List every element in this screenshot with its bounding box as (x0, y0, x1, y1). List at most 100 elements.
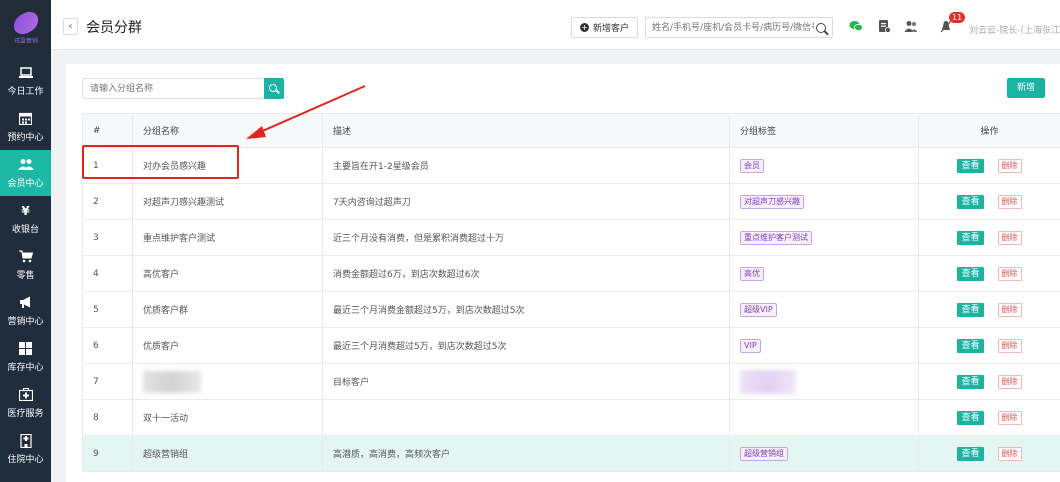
sidebar-item-0[interactable]: 今日工作 (0, 58, 51, 104)
sidebar-item-6[interactable]: 库存中心 (0, 334, 51, 380)
sidebar-item-label: 医疗服务 (7, 408, 44, 419)
row-num: 9 (82, 435, 133, 472)
laptop-icon (18, 66, 34, 80)
new-customer-label: 新增客户 (593, 24, 630, 34)
group-tag: 超级VIP (740, 302, 777, 317)
sidebar-item-label: 住院中心 (7, 454, 44, 465)
table-row: 7 目标客户 查看 删除 (82, 363, 1060, 400)
top-bar: ‹ 会员分群 + 新增客户 11 刘云云-院长-(上海张江店) (51, 0, 1060, 50)
grid-icon (18, 342, 34, 356)
view-button[interactable]: 查看 (957, 374, 984, 389)
logo-text: 戎盈营销 (13, 37, 38, 44)
delete-button[interactable]: 删除 (997, 302, 1022, 317)
row-actions: 查看 删除 (918, 435, 1060, 472)
sidebar-item-label: 今日工作 (7, 86, 44, 97)
row-tag-cell (729, 363, 919, 400)
view-button[interactable]: 查看 (957, 302, 984, 317)
redacted-tag (740, 369, 796, 394)
people-icon[interactable] (904, 19, 918, 33)
delete-button[interactable]: 删除 (997, 230, 1022, 245)
sidebar-item-2[interactable]: 会员中心 (0, 150, 51, 196)
sidebar-item-label: 会员中心 (7, 178, 44, 189)
row-name: 高优客户 (132, 255, 323, 292)
group-tag: VIP (740, 338, 761, 353)
view-button[interactable]: 查看 (957, 194, 984, 209)
row-num: 5 (82, 291, 133, 328)
row-actions: 查看 删除 (918, 183, 1060, 220)
user-info[interactable]: 刘云云-院长-(上海张江店) (969, 23, 1060, 36)
row-tag-cell: 重点维护客户测试 (729, 219, 919, 256)
view-button[interactable]: 查看 (957, 266, 984, 281)
delete-button[interactable]: 删除 (997, 338, 1022, 353)
document-icon[interactable] (877, 19, 891, 33)
customer-search[interactable] (645, 17, 833, 38)
header-tag: 分组标签 (729, 113, 919, 148)
group-tag: 对超声刀感兴趣 (740, 194, 804, 209)
calendar-icon (18, 112, 34, 126)
group-search-button[interactable] (264, 78, 284, 99)
group-tag: 高优 (740, 266, 764, 281)
sidebar: 戎盈营销 今日工作预约中心会员中心 ¥ 收银台零售营销中心库存中心医疗服务住院中心 (0, 0, 51, 482)
sidebar-item-4[interactable]: 零售 (0, 242, 51, 288)
row-actions: 查看 删除 (918, 363, 1060, 400)
delete-button[interactable]: 删除 (997, 194, 1022, 209)
row-desc: 主要旨在开1-2星级会员 (322, 147, 730, 184)
row-name: 超级营销组 (132, 435, 323, 472)
row-tag-cell: 超级营销组 (729, 435, 919, 472)
sidebar-item-label: 零售 (16, 270, 35, 281)
delete-button[interactable]: 删除 (997, 158, 1022, 173)
view-button[interactable]: 查看 (957, 158, 984, 173)
row-desc: 消费金额超过6万，到店次数超过6次 (322, 255, 730, 292)
new-customer-button[interactable]: + 新增客户 (571, 17, 639, 38)
delete-button[interactable]: 删除 (997, 446, 1022, 461)
sidebar-item-1[interactable]: 预约中心 (0, 104, 51, 150)
row-num: 4 (82, 255, 133, 292)
sidebar-item-7[interactable]: 医疗服务 (0, 380, 51, 426)
delete-button[interactable]: 删除 (997, 374, 1022, 389)
table-row: 2 对超声刀感兴趣测试 7天内咨询过超声刀 对超声刀感兴趣 查看 删除 (82, 183, 1060, 220)
header-num: # (82, 113, 133, 148)
yen-icon: ¥ (21, 203, 30, 218)
view-button[interactable]: 查看 (957, 230, 984, 245)
medkit-icon (18, 388, 34, 402)
back-button[interactable]: ‹ (63, 18, 78, 35)
table-row: 8 双十一活动 查看 删除 (82, 399, 1060, 436)
notification-badge: 11 (949, 12, 966, 23)
add-group-button[interactable]: 新增 (1007, 78, 1045, 98)
header-op: 操作 (918, 113, 1060, 148)
sidebar-item-3[interactable]: ¥ 收银台 (0, 196, 51, 242)
row-actions: 查看 删除 (918, 399, 1060, 436)
delete-button[interactable]: 删除 (997, 266, 1022, 281)
delete-button[interactable]: 删除 (997, 410, 1022, 425)
search-icon[interactable] (816, 22, 826, 33)
row-actions: 查看 删除 (918, 327, 1060, 364)
table-row: 5 优质客户群 最近三个月消费金额超过5万，到店次数超过5次 超级VIP 查看 删除 (82, 291, 1060, 328)
customer-search-input[interactable] (646, 18, 814, 37)
wechat-icon[interactable] (849, 19, 863, 33)
group-search-input[interactable] (82, 78, 264, 99)
row-tag-cell: 对超声刀感兴趣 (729, 183, 919, 220)
table-row: 9 超级营销组 高潜质，高消费，高频次客户 超级营销组 查看 删除 (82, 435, 1060, 472)
row-tag-cell (729, 399, 919, 436)
view-button[interactable]: 查看 (957, 410, 984, 425)
group-tag: 重点维护客户测试 (740, 230, 812, 245)
megaphone-icon (18, 296, 34, 310)
view-button[interactable]: 查看 (957, 446, 984, 461)
sidebar-item-label: 营销中心 (7, 316, 44, 327)
header-name: 分组名称 (132, 113, 323, 148)
row-actions: 查看 删除 (918, 255, 1060, 292)
plus-circle-icon: + (580, 23, 589, 32)
cart-icon (18, 250, 34, 264)
sidebar-item-5[interactable]: 营销中心 (0, 288, 51, 334)
redacted-name (143, 370, 201, 393)
sidebar-item-label: 预约中心 (7, 132, 44, 143)
view-button[interactable]: 查看 (957, 338, 984, 353)
search-icon (269, 83, 277, 92)
row-name: 重点维护客户测试 (132, 219, 323, 256)
row-num: 2 (82, 183, 133, 220)
building-icon (18, 433, 34, 448)
sidebar-item-8[interactable]: 住院中心 (0, 426, 51, 472)
row-desc: 7天内咨询过超声刀 (322, 183, 730, 220)
group-tag: 会员 (740, 158, 764, 173)
row-num: 8 (82, 399, 133, 436)
